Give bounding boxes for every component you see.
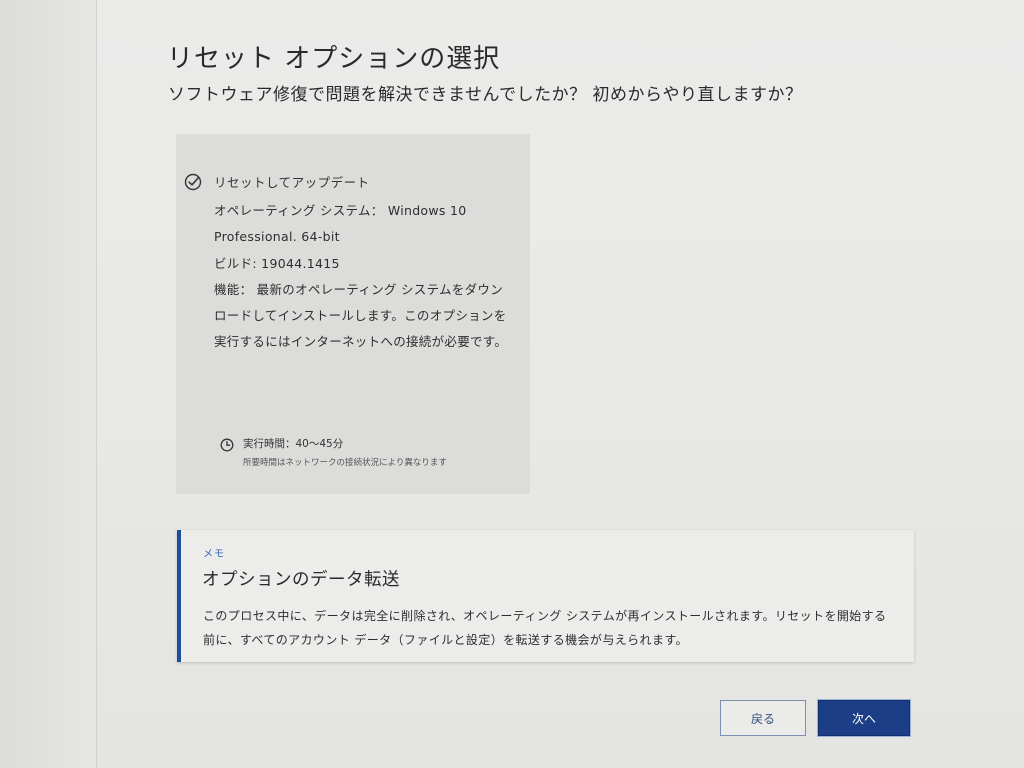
build-info: ビルド: 19044.1415 bbox=[214, 255, 340, 271]
duration-note: 所要時間はネットワークの接続状況により異なります bbox=[243, 458, 447, 468]
memo-label: メモ bbox=[203, 549, 225, 560]
memo-title: オプションのデータ転送 bbox=[202, 570, 400, 590]
back-button[interactable]: 戻る bbox=[720, 700, 806, 736]
option-title: リセットしてアップデート bbox=[214, 175, 370, 190]
option-details: オペレーティング システム： Windows 10 Professional. … bbox=[214, 198, 514, 356]
duration-info: 実行時間：40～45分 所要時間はネットワークの接続状況により異なります bbox=[220, 436, 447, 468]
feature-description: 機能： 最新のオペレーティング システムをダウンロードしてインストールします。こ… bbox=[214, 281, 508, 350]
os-info: オペレーティング システム： Windows 10 Professional. … bbox=[214, 203, 467, 245]
screen: リセット オプションの選択 ソフトウェア修復で問題を解決できませんでしたか？ 初… bbox=[0, 0, 1024, 768]
memo-text: このプロセス中に、データは完全に削除され、オペレーティング システムが再インスト… bbox=[203, 609, 887, 647]
next-button[interactable]: 次へ bbox=[818, 700, 910, 736]
page-title: リセット オプションの選択 bbox=[167, 44, 501, 74]
page-subtitle: ソフトウェア修復で問題を解決できませんでしたか？ 初めからやり直しますか？ bbox=[168, 85, 803, 105]
duration-label: 実行時間：40～45分 bbox=[243, 438, 344, 450]
option-header: リセットしてアップデート bbox=[184, 172, 370, 191]
memo-card: メモ オプションのデータ転送 このプロセス中に、データは完全に削除され、オペレー… bbox=[177, 530, 914, 662]
check-circle-icon bbox=[184, 173, 202, 190]
clock-icon bbox=[220, 438, 234, 452]
reset-option-card[interactable]: リセットしてアップデート オペレーティング システム： Windows 10 P… bbox=[176, 134, 530, 494]
left-rail bbox=[0, 0, 97, 768]
